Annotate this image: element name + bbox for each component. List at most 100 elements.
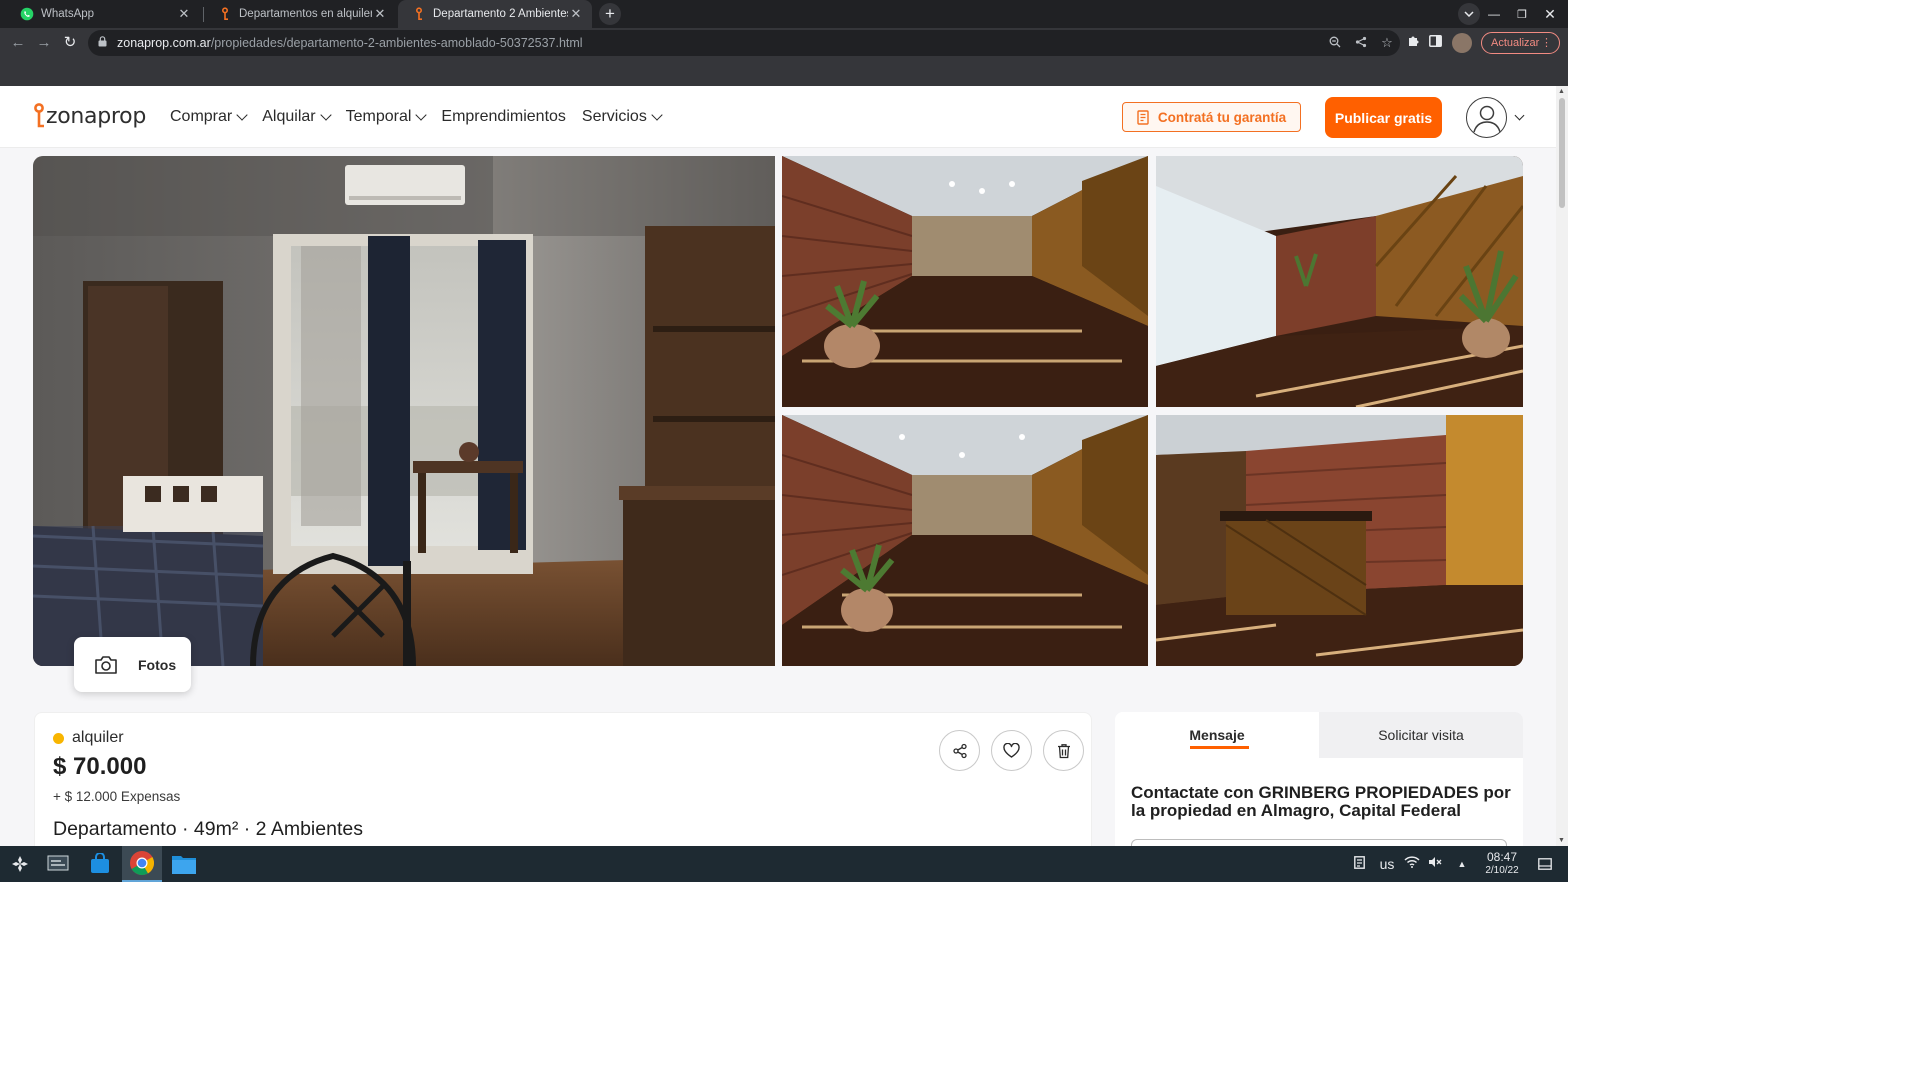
chrome-taskbar-icon[interactable] — [122, 846, 162, 882]
whatsapp-icon — [20, 7, 34, 21]
contact-panel: Mensaje Solicitar visita Contactate con … — [1115, 712, 1523, 846]
tab-mensaje[interactable]: Mensaje — [1115, 712, 1319, 758]
lock-icon[interactable] — [98, 34, 107, 52]
tray-expand-icon[interactable]: ▲ — [1452, 859, 1472, 869]
photos-label: Fotos — [138, 656, 177, 673]
close-tab-icon[interactable]: ✕ — [176, 6, 192, 22]
wifi-icon[interactable] — [1404, 855, 1428, 873]
software-store-icon[interactable] — [80, 846, 120, 882]
gallery-photo-2[interactable] — [782, 156, 1148, 407]
url-path: /propiedades/departamento-2-ambientes-am… — [210, 36, 583, 50]
nav-label: Comprar — [170, 108, 233, 125]
nav-label: Emprendimientos — [441, 108, 566, 125]
chevron-down-icon — [415, 109, 428, 121]
gallery-photo-3[interactable] — [1156, 156, 1523, 407]
forward-arrow-icon[interactable]: → — [34, 33, 54, 53]
camera-icon — [95, 655, 117, 674]
minimize-icon[interactable]: — — [1480, 7, 1508, 21]
window-controls: — ❐ ✕ — [1458, 0, 1564, 28]
page-scrollbar[interactable]: ▲ ▼ — [1556, 86, 1568, 846]
new-tab-button[interactable]: + — [599, 3, 621, 25]
garantia-button[interactable]: Contratá tu garantía — [1122, 102, 1301, 132]
close-tab-icon[interactable]: ✕ — [372, 6, 388, 22]
photos-button[interactable]: Fotos — [74, 637, 191, 692]
browser-toolbar: ← → ↻ zonaprop.com.ar/propiedades/depart… — [0, 28, 1568, 58]
update-label: Actualizar — [1491, 37, 1540, 49]
restore-icon[interactable]: ❐ — [1508, 8, 1536, 21]
back-arrow-icon[interactable]: ← — [8, 33, 28, 53]
share-button[interactable] — [939, 730, 980, 771]
system-monitor-icon[interactable] — [38, 846, 78, 882]
operation-label: alquiler — [72, 729, 124, 746]
logo-text: zonaprop — [46, 104, 146, 129]
keyboard-layout-indicator[interactable]: us — [1370, 856, 1404, 872]
contact-form-field[interactable] — [1131, 839, 1507, 846]
clock[interactable]: 08:47 2/10/22 — [1476, 851, 1528, 877]
gallery-photo-4[interactable] — [782, 415, 1148, 666]
zonaprop-logo-mark — [34, 103, 44, 128]
publish-label: Publicar gratis — [1334, 109, 1433, 126]
clock-time: 08:47 — [1486, 850, 1518, 864]
nav-temporal[interactable]: Temporal — [345, 108, 428, 126]
close-tab-icon[interactable]: ✕ — [568, 6, 584, 22]
os-taskbar: us ▲ 08:47 2/10/22 — [0, 846, 1568, 882]
nav-comprar[interactable]: Comprar — [170, 108, 248, 126]
nav-emprendimientos[interactable]: Emprendimientos — [441, 108, 566, 126]
favorite-button[interactable] — [991, 730, 1032, 771]
browser-tab-departamento-2-ambientes[interactable]: Departamento 2 Ambientes A ✕ — [398, 0, 592, 28]
gallery-photo-5[interactable] — [1156, 415, 1523, 666]
browser-tab-departamentos[interactable]: Departamentos en alquiler en ✕ — [204, 0, 396, 28]
app-launcher-icon[interactable] — [0, 846, 40, 882]
listing-actions — [939, 730, 1095, 771]
nav-servicios[interactable]: Servicios — [581, 108, 663, 126]
chevron-down-icon — [651, 109, 663, 121]
chevron-down-icon — [1514, 110, 1525, 121]
tab-solicitar-visita[interactable]: Solicitar visita — [1319, 712, 1523, 758]
volume-muted-icon[interactable] — [1428, 855, 1452, 873]
zonaprop-favicon — [412, 7, 426, 21]
browser-tab-whatsapp[interactable]: WhatsApp ✕ — [6, 0, 200, 28]
main-photo[interactable] — [33, 156, 775, 666]
show-desktop-icon[interactable] — [1538, 846, 1552, 882]
clipboard-icon[interactable] — [1354, 855, 1370, 874]
tab-search-icon[interactable] — [1458, 3, 1480, 25]
extensions-puzzle-icon[interactable] — [1404, 34, 1422, 52]
nav-alquilar[interactable]: Alquilar — [262, 108, 332, 126]
bookmark-star-icon[interactable]: ☆ — [1374, 35, 1400, 51]
price: $ 70.000 — [53, 753, 147, 780]
system-tray: us ▲ — [1354, 846, 1472, 882]
more-menu-icon[interactable]: ⋮ — [1541, 36, 1552, 49]
main-navigation: Comprar Alquilar Temporal Emprendimiento… — [170, 86, 677, 148]
profile-avatar-icon[interactable] — [1452, 33, 1472, 53]
status-dot — [53, 732, 64, 744]
share-icon[interactable] — [1348, 36, 1374, 51]
active-tab-underline — [1190, 746, 1249, 749]
close-window-icon[interactable]: ✕ — [1536, 6, 1564, 23]
property-features: Departamento · 49m² · 2 Ambientes — [53, 818, 363, 840]
url-text: zonaprop.com.ar/propiedades/departamento… — [117, 36, 583, 50]
nav-label: Temporal — [345, 108, 412, 125]
user-menu[interactable] — [1466, 97, 1525, 138]
publish-free-button[interactable]: Publicar gratis — [1325, 97, 1442, 138]
update-chrome-button[interactable]: Actualizar ⋮ — [1481, 32, 1560, 54]
tab-title: WhatsApp — [41, 8, 95, 20]
zoom-icon[interactable] — [1322, 36, 1348, 51]
toolbar-extensions — [1404, 28, 1472, 58]
site-header: zonaprop Comprar Alquilar Temporal Empre… — [0, 86, 1556, 148]
scroll-up-icon[interactable]: ▲ — [1558, 88, 1565, 95]
discard-button[interactable] — [1043, 730, 1084, 771]
chevron-down-icon — [319, 109, 332, 121]
address-bar[interactable]: zonaprop.com.ar/propiedades/departamento… — [88, 30, 1400, 56]
browser-tab-strip: WhatsApp ✕ Departamentos en alquiler en … — [0, 0, 1568, 28]
scrollbar-thumb[interactable] — [1559, 98, 1565, 208]
contact-tabs: Mensaje Solicitar visita — [1115, 712, 1523, 758]
nav-label: Alquilar — [262, 108, 316, 125]
side-panel-icon[interactable] — [1422, 34, 1448, 52]
url-host: zonaprop.com.ar — [117, 36, 211, 50]
reload-icon[interactable]: ↻ — [60, 33, 80, 53]
zonaprop-logo[interactable]: zonaprop — [32, 103, 146, 129]
nav-label: Servicios — [581, 108, 647, 125]
clock-date: 2/10/22 — [1485, 865, 1519, 876]
file-manager-icon[interactable] — [164, 846, 204, 882]
scroll-down-icon[interactable]: ▼ — [1558, 837, 1565, 844]
